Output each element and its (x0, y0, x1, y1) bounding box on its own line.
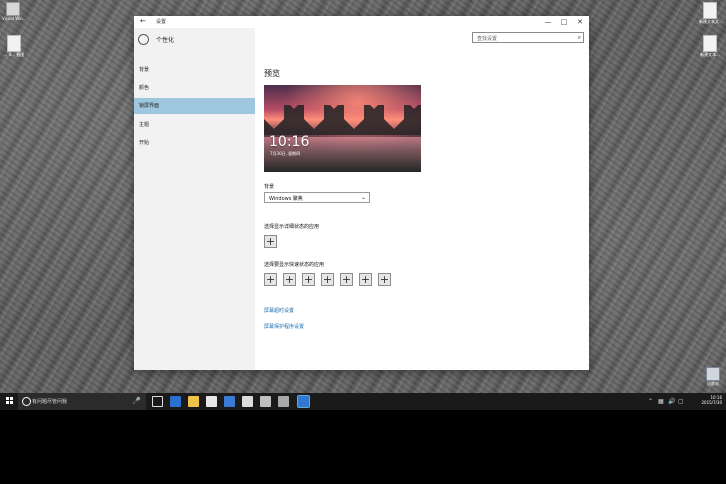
system-tray: ⌃ ▦ 🔊 ▢ 10:16 2015/7/30 (646, 393, 726, 410)
notification-icon[interactable]: ▢ (678, 398, 684, 405)
app-icon[interactable] (224, 396, 235, 407)
desktop-icon-label: 新建文本... (700, 52, 720, 57)
background-label: 背景 (264, 184, 275, 190)
cortana-icon (22, 397, 31, 406)
background-select[interactable]: Windows 聚焦 ⌄ (264, 192, 370, 203)
desktop-icon-file[interactable]: ... 4... 截图 (3, 35, 25, 61)
sidebar-item-themes[interactable]: 主题 (134, 117, 255, 133)
document-icon (703, 35, 717, 52)
network-icon[interactable]: ▦ (658, 398, 664, 405)
add-quick-app-button-6[interactable]: + (359, 273, 372, 286)
task-view-icon[interactable] (152, 396, 163, 407)
sidebar-item-background[interactable]: 背景 (134, 62, 255, 78)
content-area: 预览 10:16 7月30日, 星期四 背景 Windows 聚焦 ⌄ 选择显示… (255, 28, 589, 370)
document-icon (7, 35, 21, 52)
taskbar: 有问题尽管问我 🎤 ⌃ ▦ 🔊 ▢ 10:16 2015/7/30 (0, 393, 726, 410)
chevron-down-icon: ⌄ (360, 194, 366, 201)
screen-black-area (0, 410, 726, 484)
sidebar-header: 个性化 (138, 34, 174, 45)
window-title: 设置 (156, 19, 167, 25)
settings-window: ← 设置 — □ ✕ 个性化 背景 颜色 锁屏界面 主题 开始 查找设置 ⌕ 预… (134, 16, 589, 370)
desktop-icon-text-2[interactable]: 新建文本... (699, 35, 721, 61)
microphone-icon[interactable]: 🎤 (132, 397, 141, 405)
sidebar-item-colors[interactable]: 颜色 (134, 80, 255, 96)
preview-mountains (264, 105, 421, 135)
store-icon[interactable] (206, 396, 217, 407)
settings-icon[interactable] (297, 395, 310, 408)
sidebar-title: 个性化 (156, 37, 175, 44)
volume-icon[interactable]: 🔊 (668, 398, 675, 405)
add-quick-app-button-2[interactable]: + (283, 273, 296, 286)
taskbar-search-placeholder: 有问题尽管问我 (32, 399, 68, 405)
desktop-icon-label: 回收站 (707, 381, 719, 386)
desktop-icon-label: Visual Win... (2, 16, 27, 21)
add-quick-app-button-5[interactable]: + (340, 273, 353, 286)
desktop-icon-label: ... 4... 截图 (3, 52, 25, 57)
document-icon (703, 2, 717, 19)
desktop-icon-app[interactable]: Visual Win... (2, 2, 27, 28)
gear-icon (138, 34, 149, 45)
file-explorer-icon[interactable] (188, 396, 199, 407)
edge-icon[interactable] (170, 396, 181, 407)
recycle-bin-icon (706, 367, 720, 381)
sidebar: 个性化 背景 颜色 锁屏界面 主题 开始 (134, 28, 255, 370)
app-icon[interactable] (260, 396, 271, 407)
taskbar-search[interactable]: 有问题尽管问我 🎤 (18, 393, 146, 410)
recycle-bin[interactable]: 回收站 (702, 367, 724, 391)
screensaver-settings-link[interactable]: 屏幕保护程序设置 (264, 323, 304, 330)
background-select-value: Windows 聚焦 (269, 196, 303, 202)
desktop-icon-label: 新建文本文... (699, 19, 723, 24)
preview-date: 7月30日, 星期四 (270, 151, 301, 156)
back-icon[interactable]: ← (140, 17, 146, 25)
windows-start-icon[interactable] (6, 397, 14, 405)
clock-date: 2015/7/30 (701, 400, 722, 405)
app-icon (6, 2, 20, 16)
preview-time: 10:16 (269, 134, 310, 150)
detailed-status-label: 选择显示详细状态的应用 (264, 224, 320, 230)
app-icon[interactable] (242, 396, 253, 407)
close-button[interactable]: ✕ (571, 16, 589, 28)
clock[interactable]: 10:16 2015/7/30 (701, 395, 722, 405)
screen-timeout-settings-link[interactable]: 屏幕超时设置 (264, 307, 294, 314)
sidebar-item-start[interactable]: 开始 (134, 135, 255, 151)
chevron-up-icon[interactable]: ⌃ (648, 398, 653, 405)
lock-screen-preview: 10:16 7月30日, 星期四 (264, 85, 421, 172)
add-quick-app-button-3[interactable]: + (302, 273, 315, 286)
app-icon[interactable] (278, 396, 289, 407)
preview-heading: 预览 (264, 69, 280, 78)
titlebar: ← 设置 — □ ✕ (134, 16, 589, 28)
add-quick-app-button-1[interactable]: + (264, 273, 277, 286)
add-detailed-app-button[interactable]: + (264, 235, 277, 248)
add-quick-app-button-7[interactable]: + (378, 273, 391, 286)
desktop-icon-text-1[interactable]: 新建文本文... (699, 2, 723, 28)
sidebar-item-lock-screen[interactable]: 锁屏界面 (134, 98, 255, 114)
add-quick-app-button-4[interactable]: + (321, 273, 334, 286)
quick-status-label: 选择要显示快速状态的应用 (264, 262, 325, 268)
